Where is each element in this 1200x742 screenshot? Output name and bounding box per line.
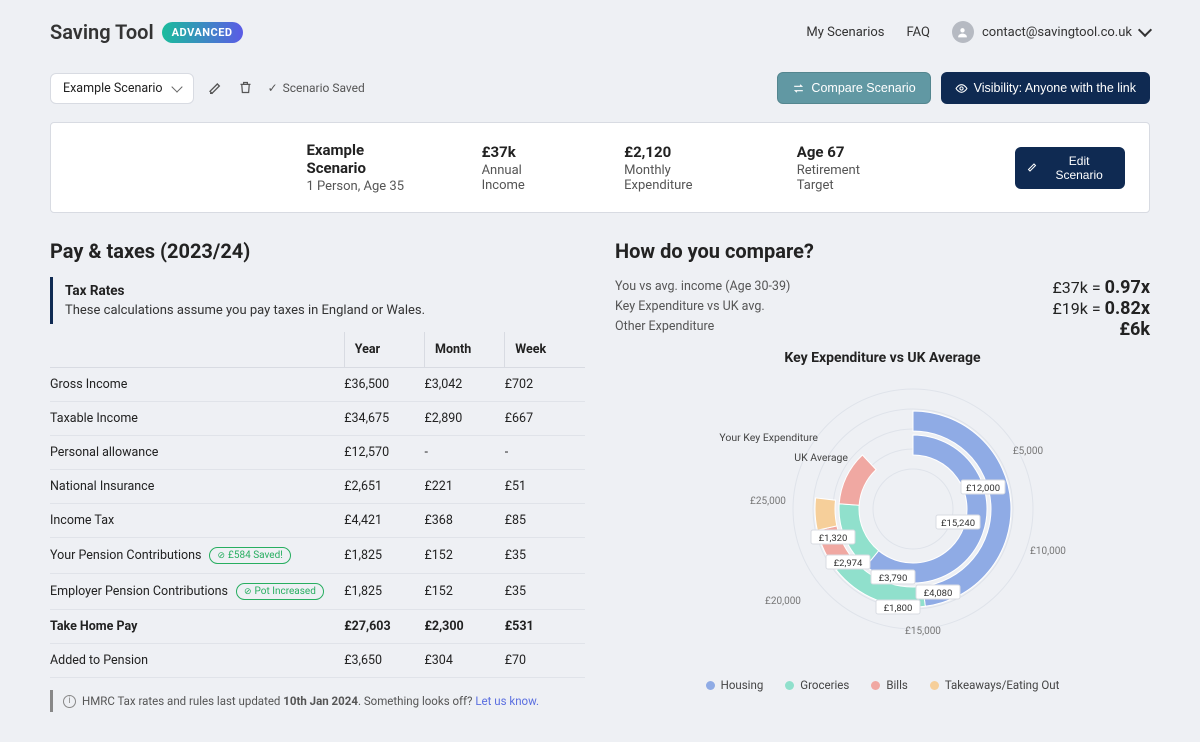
svg-text:£5,000: £5,000 <box>1012 446 1043 457</box>
pay-table: Year Month Week Gross Income£36,500£3,04… <box>50 332 585 678</box>
topbar: Saving Tool ADVANCED My Scenarios FAQ co… <box>50 20 1150 44</box>
table-row: National Insurance£2,651£221£51 <box>50 470 585 504</box>
legend-housing-swatch <box>706 681 715 690</box>
pencil-icon <box>1027 161 1039 174</box>
table-row: Take Home Pay£27,603£2,300£531 <box>50 610 585 644</box>
compare-panel: How do you compare? You vs avg. income (… <box>615 239 1150 712</box>
brand-title: Saving Tool <box>50 20 154 44</box>
summary-income: £37k Annual Income <box>482 143 565 193</box>
table-row: Gross Income£36,500£3,042£702 <box>50 368 585 402</box>
svg-text:£4,080: £4,080 <box>923 588 952 599</box>
scenario-select-label: Example Scenario <box>63 81 163 96</box>
legend-groceries-swatch <box>785 681 794 690</box>
chevron-down-icon <box>1138 23 1152 37</box>
compare-labels: You vs avg. income (Age 30-39) Key Expen… <box>615 277 790 340</box>
svg-text:£1,800: £1,800 <box>883 603 912 614</box>
table-row: Personal allowance£12,570-- <box>50 436 585 470</box>
summary-retirement: Age 67 Retirement Target <box>797 143 895 193</box>
info-icon: i <box>63 695 76 708</box>
pay-heading: Pay & taxes (2023/24) <box>50 239 585 263</box>
table-row: Employer Pension ContributionsPot Increa… <box>50 574 585 610</box>
hmrc-footnote: i HMRC Tax rates and rules last updated … <box>50 690 585 712</box>
svg-text:£25,000: £25,000 <box>750 496 786 507</box>
nav-faq[interactable]: FAQ <box>907 25 930 40</box>
svg-text:UK Average: UK Average <box>794 451 848 464</box>
delete-icon[interactable] <box>238 80 254 96</box>
svg-text:Your Key Expenditure: Your Key Expenditure <box>719 431 818 444</box>
legend-takeaways-swatch <box>930 681 939 690</box>
summary-name: Example Scenario 1 Person, Age 35 <box>306 141 421 194</box>
advanced-badge: ADVANCED <box>162 22 243 43</box>
summary-expenditure: £2,120 Monthly Expenditure <box>624 143 737 193</box>
legend-bills-swatch <box>871 681 880 690</box>
savings-pill: Pot Increased <box>236 583 324 600</box>
edit-icon[interactable] <box>208 80 224 96</box>
svg-text:£10,000: £10,000 <box>1030 546 1066 557</box>
chart-title: Key Expenditure vs UK Average <box>615 350 1150 366</box>
scenario-select[interactable]: Example Scenario <box>50 73 194 104</box>
compare-scenario-button[interactable]: Compare Scenario <box>777 72 930 104</box>
account-email: contact@savingtool.co.uk <box>982 25 1132 40</box>
radial-chart: £5,000 £10,000 £15,000 £20,000 £25,000 Your K… <box>615 374 1150 674</box>
saved-status: Scenario Saved <box>268 81 365 95</box>
svg-text:£20,000: £20,000 <box>765 596 801 607</box>
account-menu[interactable]: contact@savingtool.co.uk <box>952 21 1150 43</box>
svg-text:£2,974: £2,974 <box>833 558 862 569</box>
eye-icon <box>955 82 968 95</box>
svg-text:£12,000: £12,000 <box>965 483 999 494</box>
svg-text:£3,790: £3,790 <box>878 573 907 584</box>
nav-my-scenarios[interactable]: My Scenarios <box>806 25 884 40</box>
table-row: Taxable Income£34,675£2,890£667 <box>50 402 585 436</box>
chevron-down-icon <box>171 81 182 92</box>
brand: Saving Tool ADVANCED <box>50 20 243 44</box>
table-row: Your Pension Contributions£584 Saved!£1,… <box>50 538 585 574</box>
scenario-summary: Example Scenario 1 Person, Age 35 £37k A… <box>50 122 1150 213</box>
top-nav: My Scenarios FAQ contact@savingtool.co.u… <box>806 21 1150 43</box>
compare-heading: How do you compare? <box>615 239 1150 263</box>
table-row: Income Tax£4,421£368£85 <box>50 504 585 538</box>
edit-scenario-button[interactable]: Edit Scenario <box>1015 147 1125 189</box>
scenario-bar: Example Scenario Scenario Saved Compare … <box>50 72 1150 104</box>
compare-icon <box>792 82 805 95</box>
savings-pill: £584 Saved! <box>209 547 290 564</box>
tax-rates-info: Tax Rates These calculations assume you … <box>50 277 585 324</box>
let-us-know-link[interactable]: Let us know. <box>475 694 539 708</box>
chart-legend: Housing Groceries Bills Takeaways/Eating… <box>615 678 1150 692</box>
compare-values: £37k = 0.97x £19k = 0.82x £6k <box>1053 277 1151 340</box>
avatar-icon <box>952 21 974 43</box>
pay-taxes-panel: Pay & taxes (2023/24) Tax Rates These ca… <box>50 239 585 712</box>
svg-text:£1,320: £1,320 <box>818 533 847 544</box>
svg-text:£15,000: £15,000 <box>905 626 941 637</box>
visibility-button[interactable]: Visibility: Anyone with the link <box>941 72 1150 104</box>
svg-text:£15,240: £15,240 <box>940 518 974 529</box>
